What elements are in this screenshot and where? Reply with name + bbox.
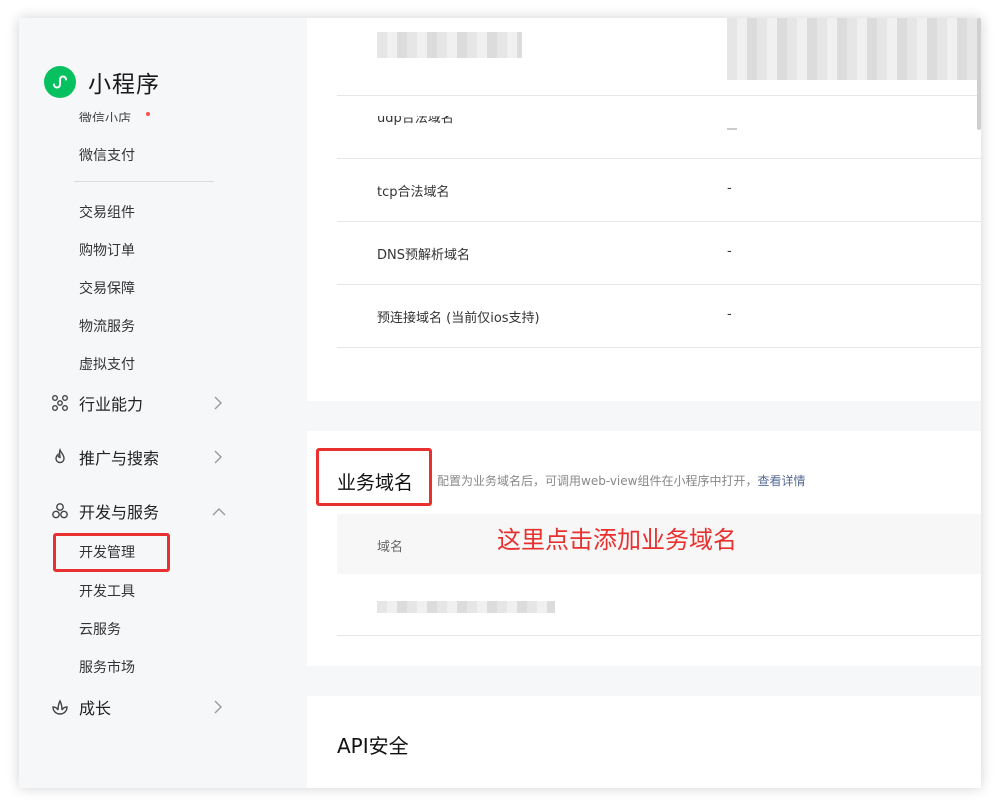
row-label-preconnect: 预连接域名 (当前仅ios支持) — [377, 311, 540, 326]
sidebar-item-service-market[interactable]: 服务市场 — [79, 657, 135, 677]
chevron-up-icon — [212, 508, 226, 516]
sidebar-group-label: 行业能力 — [79, 395, 144, 414]
highlight-box-dev-management — [53, 533, 170, 572]
sidebar-group-industry[interactable]: 行业能力 — [51, 391, 222, 415]
annotation-text: 这里点击添加业务域名 — [497, 526, 737, 554]
industry-icon — [51, 394, 69, 412]
sidebar-item-label: 微信小店 — [79, 112, 132, 122]
sidebar-item-wechat-store[interactable]: 微信小店 — [79, 106, 279, 122]
chevron-right-icon — [214, 396, 222, 410]
sidebar: 小程序 微信小店 微信支付 交易组件 购物订单 交易保障 物流服务 虚拟支付 行… — [19, 18, 307, 788]
api-security-card: API安全 — [307, 696, 981, 788]
sidebar-group-growth[interactable]: 成长 — [51, 695, 222, 719]
highlight-box-title — [316, 448, 432, 506]
server-domain-card: udp合法域名 tcp合法域名 - DNS预解析域名 - 预连接域名 (当前仅i… — [307, 18, 981, 401]
row-label-dns: DNS预解析域名 — [377, 248, 470, 263]
view-details-link[interactable]: 查看详情 — [757, 474, 805, 488]
row-value-preconnect: - — [727, 307, 732, 322]
sidebar-item-cloud-service[interactable]: 云服务 — [79, 619, 121, 639]
main-content: udp合法域名 tcp合法域名 - DNS预解析域名 - 预连接域名 (当前仅i… — [307, 18, 981, 788]
row-divider — [337, 635, 981, 636]
row-label: udp合法域名 — [377, 116, 454, 126]
promotion-icon — [51, 448, 69, 466]
sidebar-item-trade-protection[interactable]: 交易保障 — [79, 278, 135, 298]
sidebar-group-dev-service[interactable]: 开发与服务 — [51, 499, 226, 523]
section-description: 配置为业务域名后，可调用web-view组件在小程序中打开，查看详情 — [437, 472, 805, 489]
dev-service-icon — [51, 502, 69, 520]
row-value-dns: - — [727, 244, 732, 259]
sidebar-item-virtual-pay[interactable]: 虚拟支付 — [79, 354, 135, 374]
chevron-right-icon — [214, 700, 222, 714]
sidebar-group-label: 开发与服务 — [79, 503, 160, 522]
section-title: API安全 — [337, 734, 409, 758]
growth-icon — [51, 698, 69, 716]
row-divider — [337, 347, 981, 348]
description-text: 配置为业务域名后，可调用web-view组件在小程序中打开， — [437, 474, 758, 488]
sidebar-group-promotion[interactable]: 推广与搜索 — [51, 445, 222, 469]
sidebar-item-trade-component[interactable]: 交易组件 — [79, 202, 135, 222]
row-divider — [337, 284, 981, 285]
redacted-text — [377, 32, 522, 58]
redacted-domain — [377, 601, 555, 613]
sidebar-group-label: 推广与搜索 — [79, 449, 160, 468]
brand[interactable]: 小程序 — [44, 65, 160, 99]
sidebar-item-orders[interactable]: 购物订单 — [79, 240, 135, 260]
miniprogram-logo-icon — [44, 66, 76, 98]
row-label-tcp: tcp合法域名 — [377, 185, 450, 200]
column-header-domain: 域名 — [377, 540, 404, 555]
row-value-tcp: - — [727, 181, 732, 196]
sidebar-divider — [74, 181, 214, 182]
sidebar-group-label: 成长 — [79, 699, 112, 718]
redacted-text — [727, 18, 981, 80]
table-row: udp合法域名 — [377, 116, 497, 126]
brand-title: 小程序 — [88, 72, 160, 98]
business-domain-card: 业务域名 配置为业务域名后，可调用web-view组件在小程序中打开，查看详情 … — [307, 431, 981, 666]
row-divider — [337, 158, 981, 159]
row-value — [727, 128, 737, 130]
sidebar-item-logistics[interactable]: 物流服务 — [79, 316, 135, 336]
scrollbar[interactable] — [977, 18, 981, 130]
sidebar-item-wechat-pay[interactable]: 微信支付 — [79, 145, 135, 165]
sidebar-item-dev-tools[interactable]: 开发工具 — [79, 581, 135, 601]
app-window: 小程序 微信小店 微信支付 交易组件 购物订单 交易保障 物流服务 虚拟支付 行… — [19, 18, 981, 788]
chevron-right-icon — [214, 450, 222, 464]
row-divider — [337, 95, 981, 96]
notification-dot — [146, 112, 150, 116]
row-divider — [337, 221, 981, 222]
